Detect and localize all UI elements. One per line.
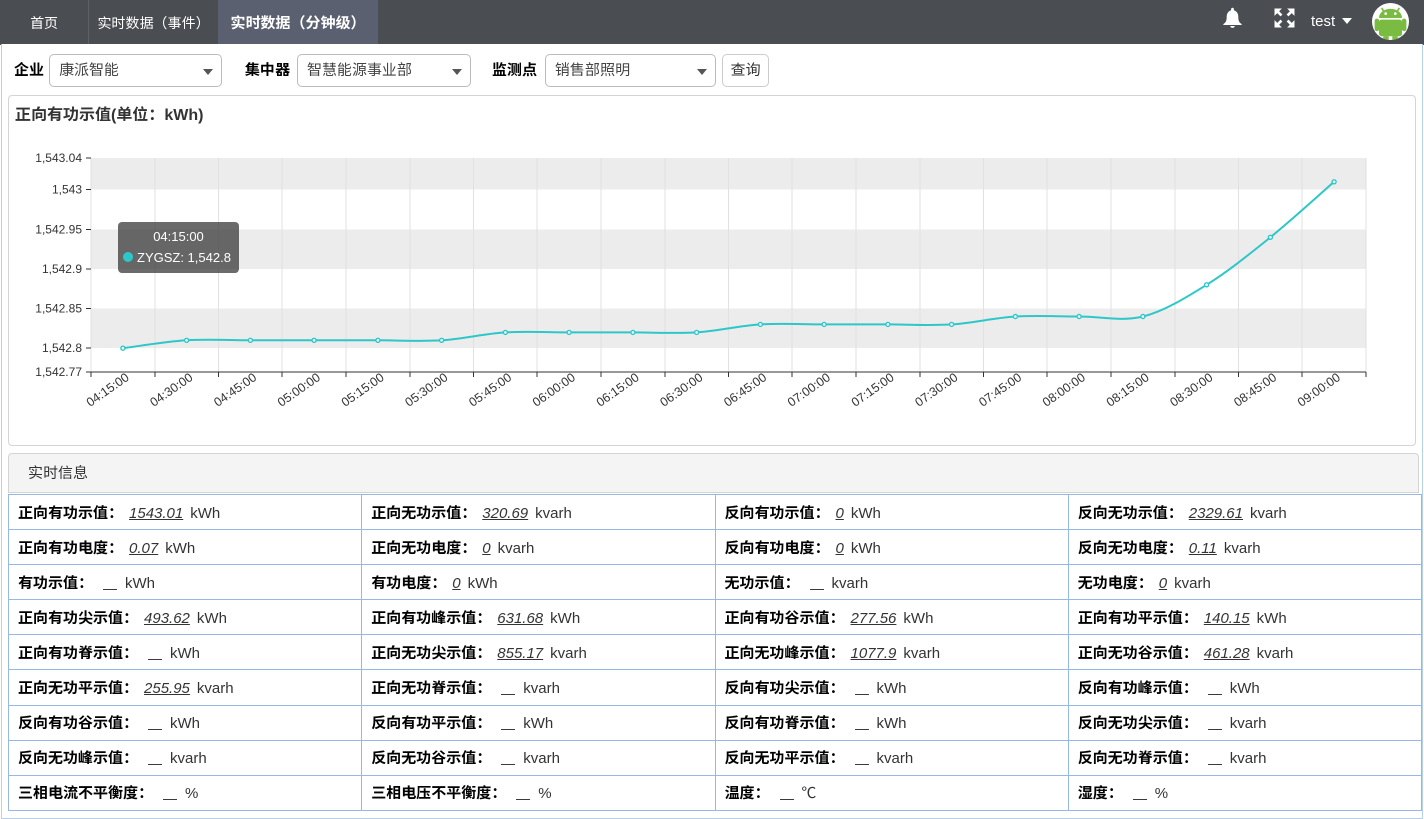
svg-text:1,543: 1,543 xyxy=(52,183,82,197)
svg-text:1,542.9: 1,542.9 xyxy=(42,262,82,276)
svg-text:1,542.95: 1,542.95 xyxy=(35,222,82,236)
svg-text:1,542.8: 1,542.8 xyxy=(42,341,82,355)
svg-text:1,542.85: 1,542.85 xyxy=(35,302,82,316)
svg-text:1,543.04: 1,543.04 xyxy=(35,151,82,165)
svg-text:1,542.77: 1,542.77 xyxy=(35,365,82,379)
